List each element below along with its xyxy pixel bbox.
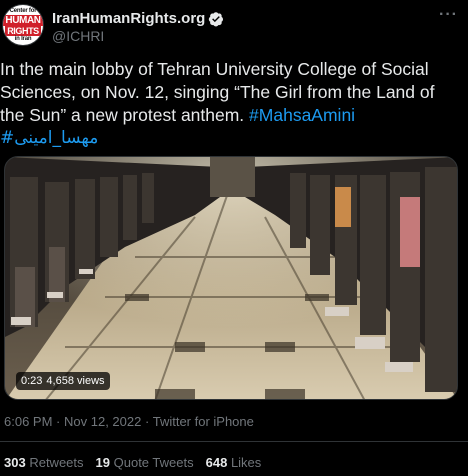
video-duration: 0:23 [21,375,43,387]
video-badge: 0:23 4,658 views [16,372,110,390]
tweet-date[interactable]: Nov 12, 2022 [64,414,141,429]
tweet: Center for HUMAN RIGHTS in Iran IranHuma… [0,0,468,476]
meta-separator-2: · [144,414,150,429]
avatar-text-mid: HUMAN [3,14,43,26]
avatar-text-tail: in Iran [14,35,32,42]
avatar-text-bot: RIGHTS [5,25,41,36]
video-views: 4,658 views [46,375,105,387]
name-row: IranHumanRights.org [52,10,224,27]
tweet-body: In the main lobby of Tehran University C… [0,59,435,125]
tweet-time[interactable]: 6:06 PM [4,414,52,429]
retweets-stat[interactable]: 303 Retweets [4,455,84,470]
likes-count: 648 [205,455,228,470]
tweet-stats: 303 Retweets 19 Quote Tweets 648 Likes [4,455,261,470]
hashtag-mahsaamini[interactable]: #MahsaAmini [249,105,355,125]
likes-stat[interactable]: 648 Likes [206,455,262,470]
verified-badge-icon [209,11,224,26]
hashtag-persian[interactable]: #مهسا_امینی [0,127,460,150]
tweet-text: In the main lobby of Tehran University C… [0,58,460,150]
tweet-source[interactable]: Twitter for iPhone [153,414,254,429]
tweet-header: Center for HUMAN RIGHTS in Iran IranHuma… [0,0,468,50]
display-name[interactable]: IranHumanRights.org [52,10,205,27]
retweets-label: Retweets [29,455,84,470]
video-frame [5,157,457,399]
retweets-count: 303 [4,455,26,470]
avatar-text-top: Center for [9,7,37,14]
tweet-meta: 6:06 PM · Nov 12, 2022 · Twitter for iPh… [4,414,254,429]
likes-label: Likes [230,455,262,470]
video-player[interactable]: 0:23 4,658 views [4,156,458,400]
meta-separator: · [56,414,61,429]
quotes-stat[interactable]: 19 Quote Tweets [96,455,194,470]
quotes-label: Quote Tweets [113,455,194,470]
avatar[interactable]: Center for HUMAN RIGHTS in Iran [2,4,44,46]
more-horizontal-icon[interactable]: ··· [439,6,458,24]
quotes-count: 19 [95,455,110,470]
handle[interactable]: @ICHRI [52,28,104,44]
divider [0,441,468,442]
